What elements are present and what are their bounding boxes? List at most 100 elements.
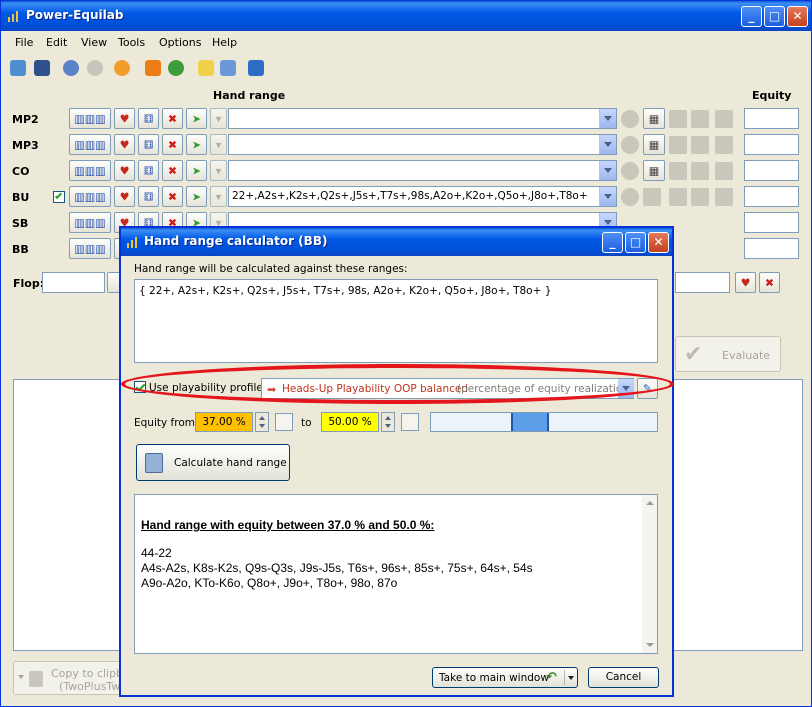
equity-field[interactable] — [744, 186, 799, 207]
card-button[interactable]: ♥ — [114, 108, 135, 129]
clear-button[interactable]: ✖ — [162, 134, 183, 155]
dialog-close-button[interactable]: ✕ — [648, 232, 669, 253]
result-scrollbar[interactable] — [642, 495, 657, 653]
menu-help[interactable]: Help — [212, 36, 237, 49]
result-box[interactable]: Hand range with equity between 37.0 % an… — [134, 494, 658, 654]
circle-icon[interactable] — [621, 188, 639, 206]
card-grid-button[interactable]: ▥▥▥ — [69, 238, 111, 259]
speech-icon[interactable] — [643, 188, 661, 206]
menu-view[interactable]: View — [81, 36, 107, 49]
dice-button[interactable]: ⚅ — [138, 186, 159, 207]
save-icon[interactable] — [34, 60, 50, 76]
table-button[interactable]: ▦ — [643, 160, 665, 181]
open-icon[interactable] — [10, 60, 26, 76]
edit-pencil-icon[interactable] — [220, 60, 236, 76]
settings-icon[interactable] — [114, 60, 130, 76]
equity-field[interactable] — [744, 212, 799, 233]
card-grid-button[interactable]: ▥▥▥ — [69, 108, 111, 129]
circle-icon[interactable] — [621, 136, 639, 154]
equity-from-input[interactable]: 37.00 % — [195, 412, 253, 432]
equity-field[interactable] — [744, 108, 799, 129]
dialog-maximize-button[interactable]: □ — [625, 232, 646, 253]
close-button[interactable]: ✕ — [787, 6, 808, 27]
square-icon[interactable] — [669, 136, 687, 154]
card-button[interactable]: ♥ — [114, 134, 135, 155]
hand-range-input[interactable] — [228, 108, 617, 129]
profile-dropdown-button[interactable] — [618, 379, 634, 398]
copy-to-clipboard-button[interactable]: Copy to clipbo (TwoPlusTwo — [13, 661, 128, 695]
go-button[interactable]: ➤ — [186, 160, 207, 181]
calculate-hand-range-button[interactable]: Calculate hand range — [136, 444, 290, 481]
menu-edit[interactable]: Edit — [46, 36, 67, 49]
cancel-button[interactable]: Cancel — [588, 667, 659, 688]
clear-button[interactable]: ✖ — [162, 160, 183, 181]
equity-field[interactable] — [744, 238, 799, 259]
board-clear-button[interactable]: ✖ — [759, 272, 780, 293]
flame-icon[interactable] — [691, 162, 709, 180]
card-button[interactable]: ♥ — [114, 160, 135, 181]
flame-icon[interactable] — [691, 136, 709, 154]
dice-button[interactable]: ⚅ — [138, 108, 159, 129]
calculator-icon[interactable] — [275, 413, 293, 431]
card-grid-button[interactable]: ▥▥▥ — [69, 160, 111, 181]
slider-selected-range[interactable] — [511, 413, 549, 431]
clear-button[interactable]: ✖ — [162, 186, 183, 207]
equity-field[interactable] — [744, 160, 799, 181]
edit-profile-button[interactable]: ✎ — [637, 378, 658, 399]
go-button[interactable]: ➤ — [186, 186, 207, 207]
square-icon[interactable] — [669, 110, 687, 128]
use-playability-label[interactable]: Use playability profile: — [149, 382, 266, 394]
card-grid-button[interactable]: ▥▥▥ — [69, 186, 111, 207]
card-grid-button[interactable]: ▥▥▥ — [69, 134, 111, 155]
expand-button[interactable]: ▾ — [210, 186, 227, 207]
menu-options[interactable]: Options — [159, 36, 201, 49]
go-button[interactable]: ➤ — [186, 108, 207, 129]
hand-range-input[interactable]: 22+,A2s+,K2s+,Q2s+,J5s+,T7s+,98s,A2o+,K2… — [228, 186, 617, 207]
flop-input[interactable] — [42, 272, 105, 293]
card-button[interactable]: ♥ — [114, 186, 135, 207]
undo-icon[interactable] — [63, 60, 79, 76]
refresh-icon[interactable] — [168, 60, 184, 76]
table-button[interactable]: ▦ — [643, 134, 665, 155]
equity-field[interactable] — [744, 134, 799, 155]
evaluate-button[interactable]: ✔ Evaluate — [675, 336, 781, 372]
expand-button[interactable]: ▾ — [210, 160, 227, 181]
card-grid-button[interactable]: ▥▥▥ — [69, 212, 111, 233]
flame-icon[interactable] — [691, 110, 709, 128]
chevron-down-icon[interactable] — [568, 676, 574, 680]
expand-button[interactable]: ▾ — [210, 108, 227, 129]
menu-tools[interactable]: Tools — [118, 36, 145, 49]
go-button[interactable]: ➤ — [186, 134, 207, 155]
equity-range-slider[interactable] — [430, 412, 658, 432]
redo-icon[interactable] — [87, 60, 103, 76]
range-dropdown-button[interactable] — [599, 135, 616, 154]
expand-button[interactable]: ▾ — [210, 134, 227, 155]
range-dropdown-button[interactable] — [599, 187, 616, 206]
hand-range-input[interactable] — [228, 160, 617, 181]
pencil-icon[interactable] — [198, 60, 214, 76]
dialog-minimize-button[interactable]: _ — [602, 232, 623, 253]
fire-icon[interactable] — [145, 60, 161, 76]
board-input[interactable] — [675, 272, 730, 293]
range-dropdown-button[interactable] — [599, 161, 616, 180]
square-icon[interactable] — [669, 162, 687, 180]
maximize-button[interactable]: □ — [764, 6, 785, 27]
bars-icon[interactable] — [715, 188, 733, 206]
clear-button[interactable]: ✖ — [162, 108, 183, 129]
circle-icon[interactable] — [621, 162, 639, 180]
menu-file[interactable]: File — [15, 36, 33, 49]
playability-profile-select[interactable]: ➡ Heads-Up Playability OOP balanced (per… — [261, 378, 634, 399]
bars-icon[interactable] — [715, 110, 733, 128]
minimize-button[interactable]: _ — [741, 6, 762, 27]
take-to-main-window-button[interactable]: Take to main window ↶ — [432, 667, 578, 688]
player-active-checkbox[interactable] — [53, 191, 65, 203]
dice-button[interactable]: ⚅ — [138, 160, 159, 181]
board-card-button[interactable]: ♥ — [735, 272, 756, 293]
bars-icon[interactable] — [715, 162, 733, 180]
flame-icon[interactable] — [691, 188, 709, 206]
dice-button[interactable]: ⚅ — [138, 134, 159, 155]
square-icon[interactable] — [669, 188, 687, 206]
range-dropdown-button[interactable] — [599, 109, 616, 128]
calculator-icon[interactable] — [401, 413, 419, 431]
equity-from-spinner[interactable] — [255, 412, 269, 432]
